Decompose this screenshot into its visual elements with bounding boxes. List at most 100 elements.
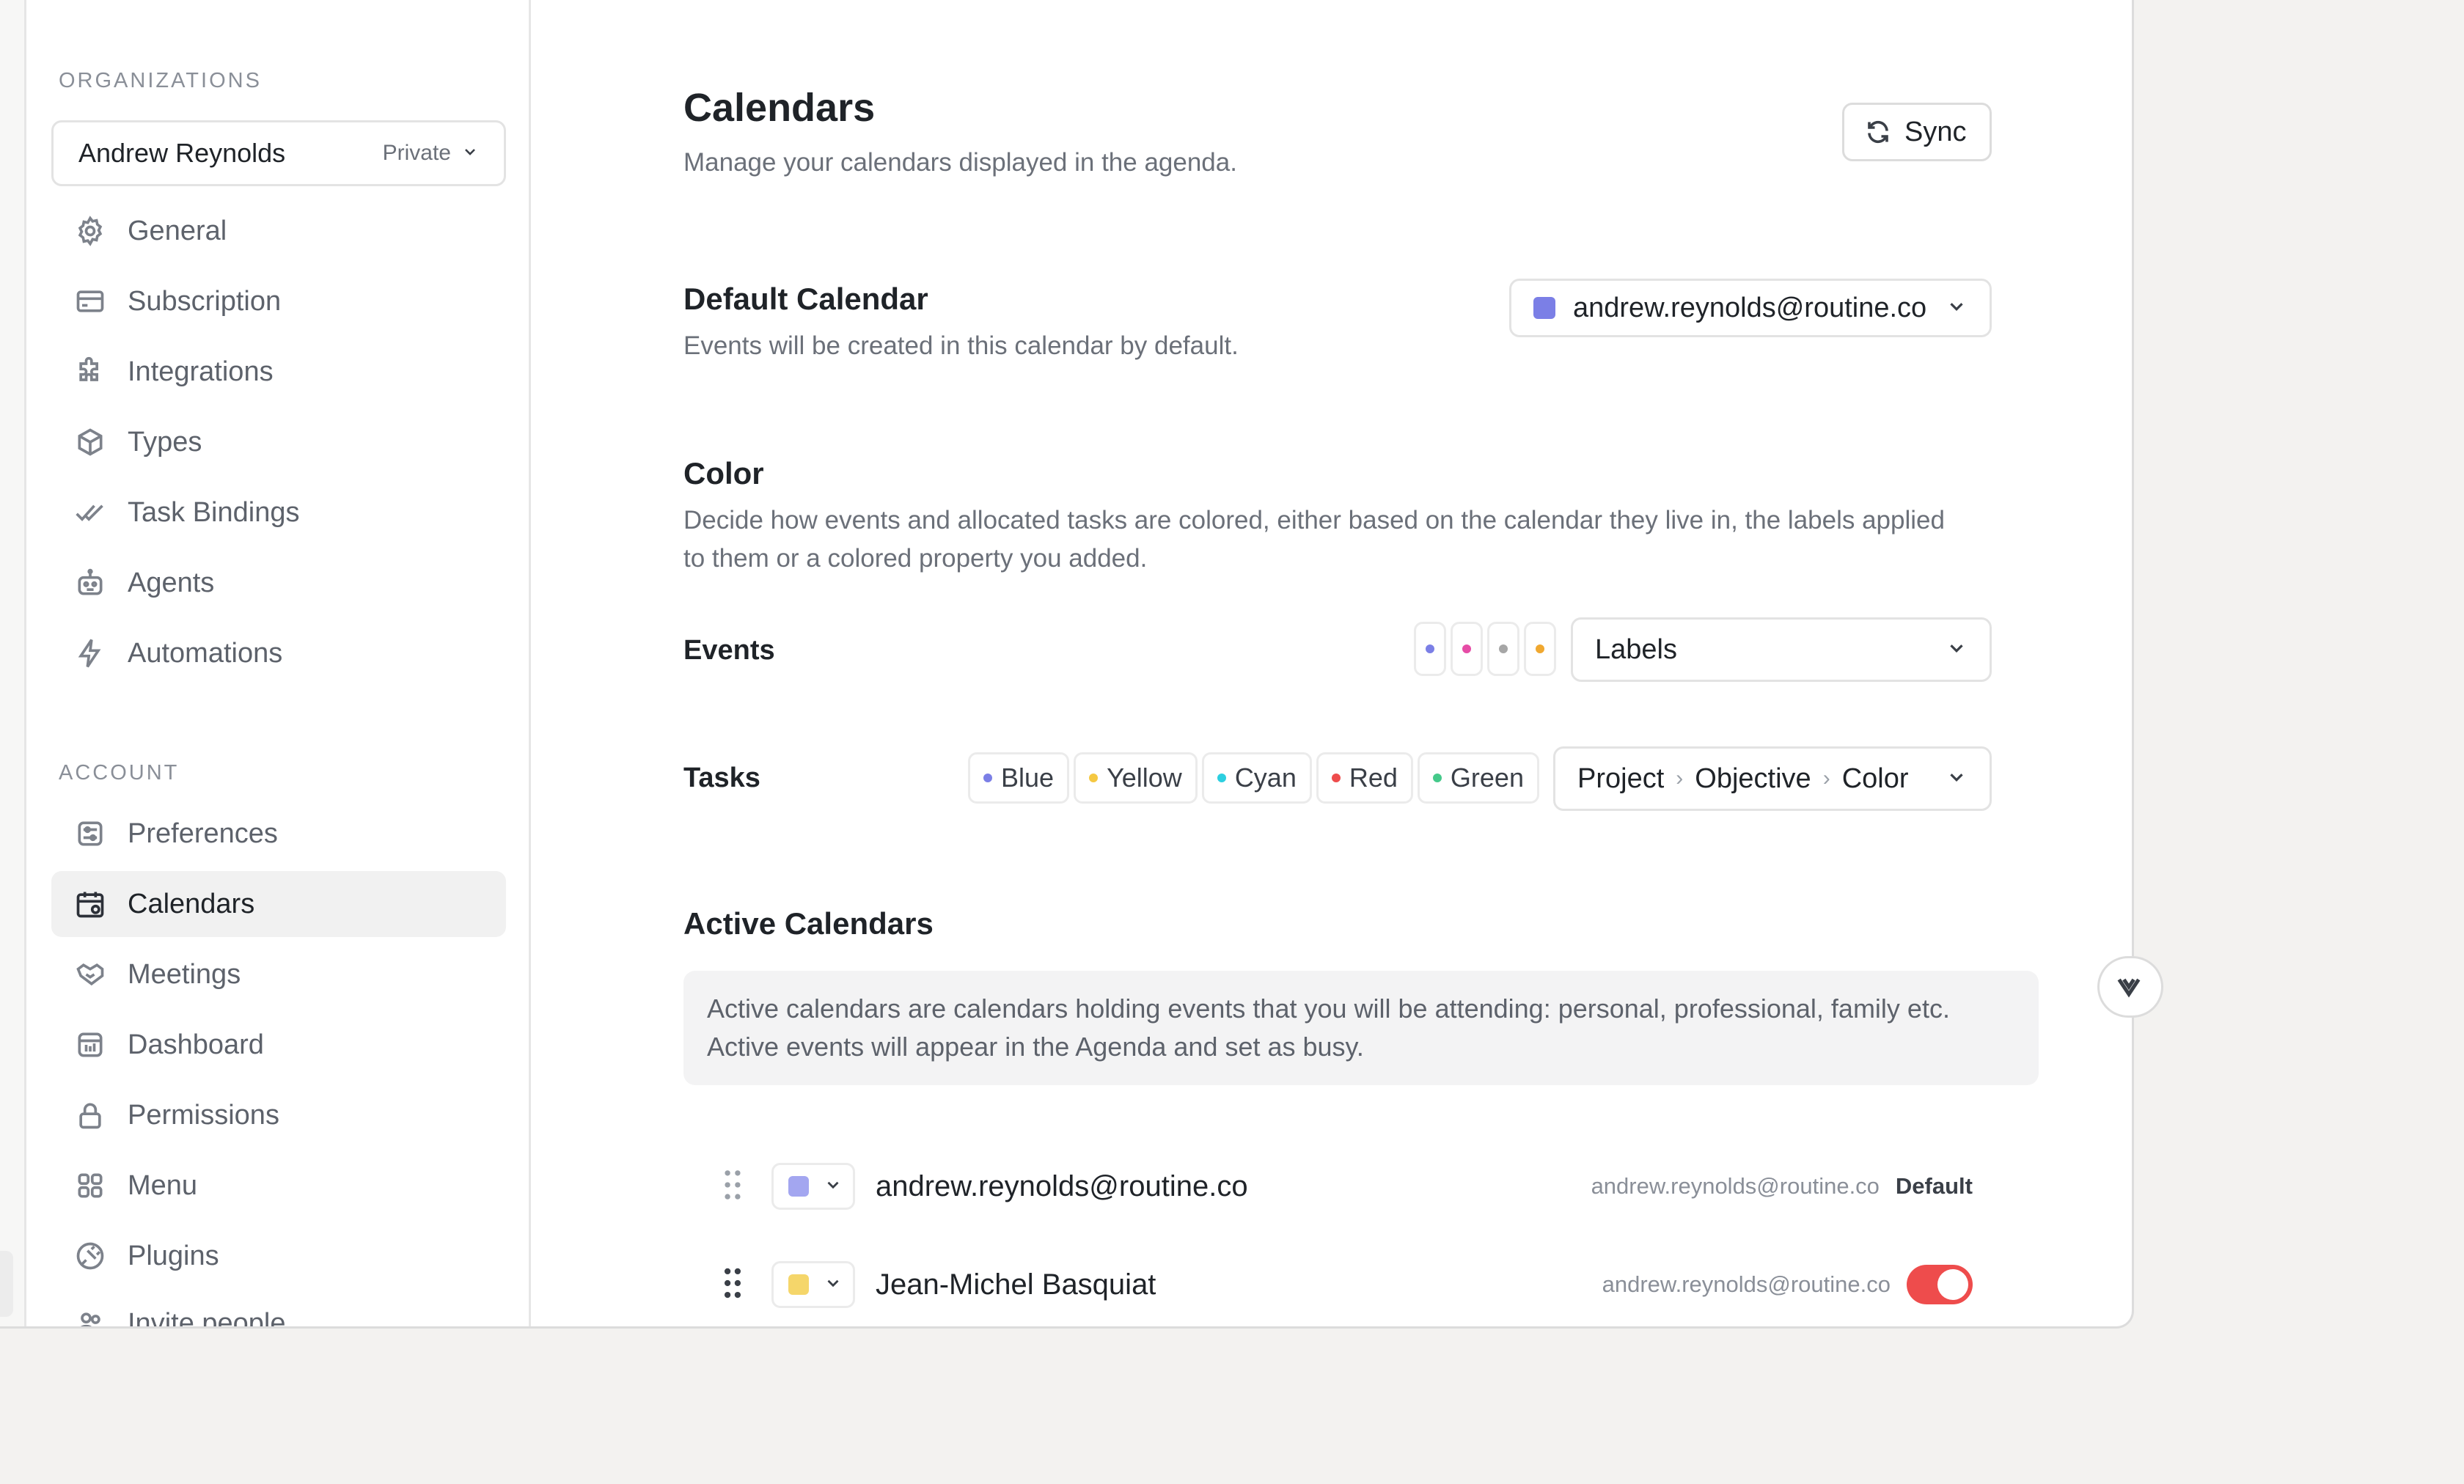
tasks-label: Tasks <box>683 763 760 793</box>
sidebar-item-label: General <box>128 215 227 246</box>
sidebar-item-meetings[interactable]: Meetings <box>51 941 506 1007</box>
chevron-right-icon: › <box>1676 766 1684 790</box>
default-calendar-select[interactable]: andrew.reynolds@routine.co <box>1509 279 1992 337</box>
chevron-down-icon <box>824 1274 843 1296</box>
app-window: ORGANIZATIONS Andrew Reynolds Private Ge… <box>0 0 2134 1329</box>
calendar-icon <box>73 887 107 921</box>
calendar-color-picker[interactable] <box>771 1163 855 1210</box>
tasks-color-property-select[interactable]: Project › Objective › Color <box>1553 746 1992 811</box>
refresh-icon <box>1868 120 1888 144</box>
sidebar-item-label: Calendars <box>128 888 255 919</box>
sidebar-item-label: Preferences <box>128 818 278 849</box>
sidebar-item-calendars[interactable]: Calendars <box>51 871 506 937</box>
chevron-down-icon <box>1946 637 1968 663</box>
lock-icon <box>73 1098 107 1132</box>
color-section-description: Decide how events and allocated tasks ar… <box>683 506 1945 573</box>
calendar-active-toggle[interactable] <box>1907 1265 1973 1304</box>
sidebar-item-label: Task Bindings <box>128 496 300 528</box>
organization-select[interactable]: Andrew Reynolds Private <box>51 120 506 186</box>
sidebar-item-automations[interactable]: Automations <box>51 620 506 686</box>
calendar-account: andrew.reynolds@routine.co <box>1602 1271 1891 1297</box>
property-path-item: Color <box>1841 763 1909 794</box>
sidebar-item-invite-people[interactable]: Invite people <box>51 1290 506 1329</box>
sidebar-item-label: Menu <box>128 1169 198 1201</box>
page-title: Calendars <box>683 86 876 130</box>
chevron-down-icon <box>2117 978 2141 998</box>
sidebar-item-dashboard[interactable]: Dashboard <box>51 1012 506 1078</box>
default-badge: Default <box>1895 1173 1973 1199</box>
chevron-right-icon: › <box>1822 766 1830 790</box>
toggle-knob <box>1937 1269 1968 1300</box>
label-color-dot <box>1524 622 1556 676</box>
label-color-dot <box>1451 622 1483 676</box>
sidebar-item-general[interactable]: General <box>51 198 506 264</box>
calendar-row: Jean-Michel Basquiat andrew.reynolds@rou… <box>683 1248 1992 1321</box>
puzzle-icon <box>73 355 107 389</box>
left-rail <box>0 0 26 1326</box>
sidebar-item-agents[interactable]: Agents <box>51 550 506 616</box>
calendar-name: Jean-Michel Basquiat <box>876 1268 1156 1301</box>
calendar-row: andrew.reynolds@routine.co andrew.reynol… <box>683 1150 1992 1223</box>
card-icon <box>73 284 107 318</box>
color-section-title: Color <box>683 456 764 491</box>
calendar-account: andrew.reynolds@routine.co <box>1591 1173 1880 1199</box>
sidebar-item-label: Subscription <box>128 285 282 317</box>
color-chip: Yellow <box>1074 752 1198 804</box>
color-chip: Red <box>1316 752 1413 804</box>
settings-sidebar: ORGANIZATIONS Andrew Reynolds Private Ge… <box>26 0 531 1329</box>
calendar-color-swatch <box>788 1176 809 1197</box>
handshake-icon <box>73 958 107 991</box>
sidebar-item-label: Plugins <box>128 1240 219 1271</box>
calendar-name: andrew.reynolds@routine.co <box>876 1169 1248 1202</box>
calendar-color-picker[interactable] <box>771 1261 855 1308</box>
property-path-item: Objective <box>1695 763 1811 794</box>
sidebar-item-label: Automations <box>128 637 283 669</box>
drag-handle-icon[interactable] <box>722 1266 744 1304</box>
calendar-color-swatch <box>788 1274 809 1295</box>
sidebar-item-permissions[interactable]: Permissions <box>51 1082 506 1148</box>
info-text-line: Active events will appear in the Agenda … <box>707 1032 1364 1062</box>
label-color-dot <box>1487 622 1519 676</box>
default-calendar-title: Default Calendar <box>683 282 928 316</box>
sync-button[interactable]: Sync <box>1842 103 1992 161</box>
organization-badge: Private <box>382 141 451 165</box>
chevron-down-icon <box>461 143 479 164</box>
events-color-select[interactable]: Labels <box>1571 617 1992 682</box>
color-chip: Blue <box>968 752 1070 804</box>
event-label-colors <box>1414 622 1556 676</box>
dashboard-icon <box>73 1028 107 1062</box>
sidebar-item-label: Permissions <box>128 1099 279 1131</box>
active-calendars-info: Active calendars are calendars holding e… <box>683 971 2039 1085</box>
sidebar-item-types[interactable]: Types <box>51 409 506 475</box>
sidebar-item-integrations[interactable]: Integrations <box>51 339 506 405</box>
collapse-panel-button[interactable] <box>2097 956 2163 1018</box>
bolt-icon <box>73 636 107 670</box>
robot-icon <box>73 566 107 600</box>
calendar-color-swatch <box>1533 297 1555 319</box>
sidebar-item-task-bindings[interactable]: Task Bindings <box>51 480 506 546</box>
chevron-down-icon <box>1946 295 1968 321</box>
drag-handle-icon[interactable] <box>722 1168 744 1205</box>
color-chip: Cyan <box>1201 752 1312 804</box>
rail-handle[interactable] <box>0 1251 13 1317</box>
active-calendars-title: Active Calendars <box>683 906 934 941</box>
gear-icon <box>73 214 107 248</box>
sidebar-item-plugins[interactable]: Plugins <box>51 1223 506 1289</box>
account-section-label: ACCOUNT <box>59 761 180 785</box>
double-check-icon <box>73 496 107 529</box>
sliders-icon <box>73 817 107 851</box>
color-chip: Green <box>1417 752 1539 804</box>
sidebar-item-subscription[interactable]: Subscription <box>51 268 506 334</box>
sidebar-item-label: Types <box>128 426 202 458</box>
sidebar-item-menu[interactable]: Menu <box>51 1153 506 1219</box>
sidebar-item-label: Meetings <box>128 958 241 990</box>
calendars-settings-panel: Calendars Manage your calendars displaye… <box>531 0 2132 1326</box>
sidebar-item-label: Invite people <box>128 1307 286 1329</box>
info-text-line: Active calendars are calendars holding e… <box>707 993 1950 1024</box>
sidebar-item-label: Agents <box>128 567 215 598</box>
events-color-value: Labels <box>1595 633 1677 665</box>
sidebar-item-preferences[interactable]: Preferences <box>51 801 506 867</box>
label-color-dot <box>1414 622 1446 676</box>
task-color-chips: Blue Yellow Cyan Red Green <box>968 752 1539 804</box>
chevron-down-icon <box>1946 766 1968 792</box>
